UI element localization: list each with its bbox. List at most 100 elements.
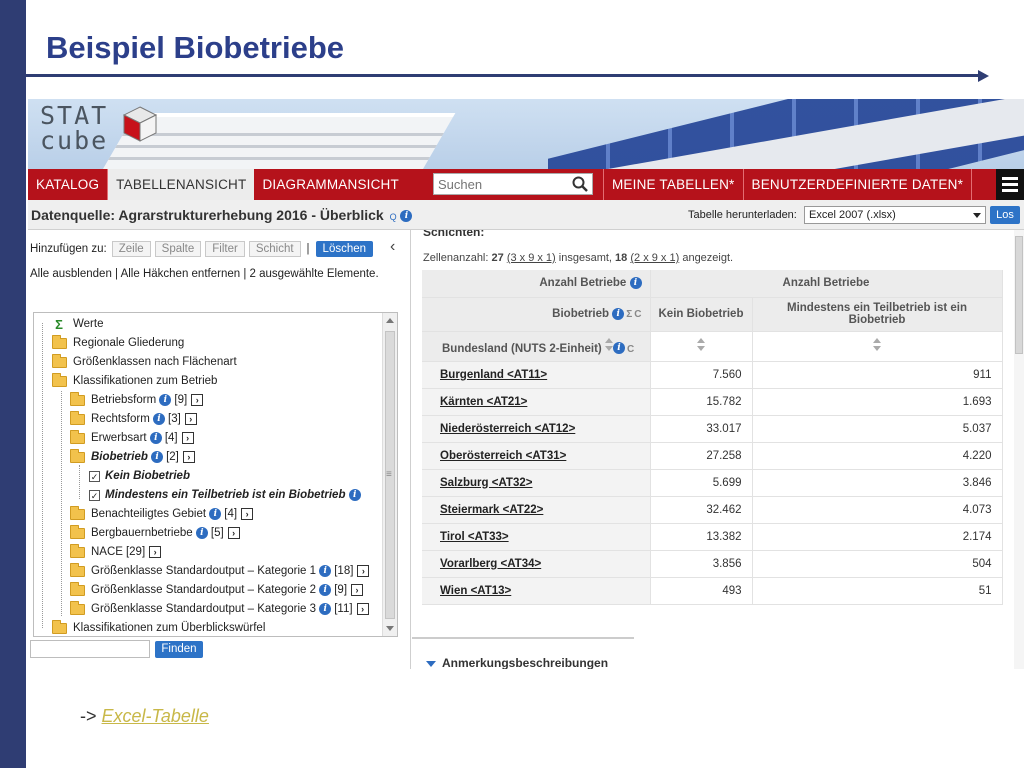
tree-item-benachteiligtes-gebiet[interactable]: Benachteiligtes Gebiet i [4] › — [70, 505, 254, 523]
info-icon[interactable]: i — [209, 508, 222, 520]
tree-item-kein-biobetrieb[interactable]: ✓ Kein Biobetrieb — [89, 467, 190, 485]
info-icon[interactable]: i — [319, 603, 332, 615]
row-header[interactable]: Kärnten <AT21> — [422, 388, 651, 416]
chevron-right-icon[interactable]: › — [241, 508, 254, 520]
chevron-right-icon[interactable]: › — [351, 584, 364, 596]
c-icon[interactable]: C — [634, 309, 641, 320]
nav-tabellenansicht[interactable]: TABELLENANSICHT — [108, 169, 255, 200]
add-column-button[interactable]: Spalte — [154, 241, 202, 257]
find-input[interactable] — [30, 640, 150, 658]
statcube-logo[interactable]: STAT cube — [40, 103, 108, 153]
row-header[interactable]: Vorarlberg <AT34> — [422, 550, 651, 578]
info-icon[interactable]: i — [153, 413, 165, 425]
table-cell: 4.073 — [752, 496, 1003, 524]
excel-table-link[interactable]: Excel-Tabelle — [102, 706, 209, 726]
c-icon[interactable]: C — [627, 344, 634, 355]
info-icon[interactable]: i — [400, 210, 413, 223]
datasource-search-icon[interactable]: Q — [390, 212, 397, 222]
sort-icon[interactable] — [697, 337, 705, 352]
info-icon[interactable]: i — [159, 394, 172, 406]
checkbox-checked-icon[interactable]: ✓ — [89, 489, 100, 501]
search-icon[interactable] — [571, 175, 589, 193]
chevron-right-icon[interactable]: › — [181, 432, 194, 444]
info-icon[interactable]: i — [319, 565, 332, 577]
tree-item-standardoutput-kat3[interactable]: Größenklasse Standardoutput – Kategorie … — [70, 600, 369, 618]
tree-actions-links[interactable]: Alle ausblenden | Alle Häkchen entfernen… — [30, 268, 379, 280]
tree-item-erwerbsart[interactable]: Erwerbsart i [4] › — [70, 429, 194, 447]
tree-item-bergbauernbetriebe[interactable]: Bergbauernbetriebe i [5] › — [70, 524, 240, 542]
info-icon[interactable]: i — [348, 489, 361, 501]
scroll-up-icon[interactable] — [386, 318, 394, 323]
search-input[interactable] — [433, 174, 564, 194]
sort-col1[interactable] — [650, 331, 753, 362]
chevron-right-icon[interactable]: › — [184, 413, 197, 425]
tree-item-groessenklassen[interactable]: Größenklassen nach Flächenart — [52, 353, 237, 371]
datasource-title: Datenquelle: Agrarstrukturerhebung 2016 … — [31, 207, 413, 223]
download-format-select[interactable]: Excel 2007 (.xlsx) — [804, 206, 986, 224]
header-col-mindestens[interactable]: Mindestens ein Teilbetrieb ist ein Biobe… — [752, 297, 1003, 332]
nav-benutzerdefinierte-daten[interactable]: BENUTZERDEFINIERTE DATEN* — [744, 169, 973, 200]
table-row: Niederösterreich <AT12> 33.017 5.037 — [422, 415, 1003, 443]
chevron-right-icon[interactable]: › — [356, 603, 369, 615]
nav-diagrammansicht[interactable]: DIAGRAMMANSICHT — [254, 169, 407, 200]
tree-item-biobetrieb[interactable]: Biobetrieb i [2] › — [70, 448, 195, 466]
row-header[interactable]: Salzburg <AT32> — [422, 469, 651, 497]
notes-expander[interactable]: Anmerkungsbeschreibungen — [426, 656, 608, 669]
table-cell: 51 — [752, 577, 1003, 605]
info-icon[interactable]: i — [612, 342, 625, 355]
add-row-button[interactable]: Zeile — [111, 241, 151, 257]
nav-meine-tabellen[interactable]: MEINE TABELLEN* — [602, 169, 744, 200]
scroll-down-icon[interactable] — [386, 626, 394, 631]
info-icon[interactable]: i — [612, 307, 625, 320]
table-scroll-thumb[interactable] — [1015, 236, 1023, 354]
tree-item-regionale-gliederung[interactable]: Regionale Gliederung — [52, 334, 184, 352]
add-filter-button[interactable]: Filter — [205, 241, 245, 257]
header-col-kein-biobetrieb[interactable]: Kein Biobetrieb — [650, 297, 753, 332]
collapse-pane-icon[interactable]: ‹ — [390, 238, 395, 256]
sort-icon[interactable] — [873, 337, 881, 352]
table-h-scrollbar[interactable] — [412, 637, 634, 639]
table-v-scrollbar[interactable] — [1014, 230, 1024, 669]
sort-col2[interactable] — [752, 331, 1003, 362]
row-header[interactable]: Steiermark <AT22> — [422, 496, 651, 524]
checkbox-checked-icon[interactable]: ✓ — [89, 470, 100, 482]
info-icon[interactable]: i — [149, 432, 162, 444]
tree-item-werte[interactable]: Σ Werte — [52, 315, 103, 333]
nav-katalog[interactable]: KATALOG — [28, 169, 109, 200]
cell-dims-shown-link[interactable]: (2 x 9 x 1) — [630, 252, 679, 264]
download-go-button[interactable]: Los — [990, 206, 1020, 224]
hamburger-menu-icon[interactable] — [996, 169, 1024, 200]
folder-icon — [52, 334, 67, 349]
info-icon[interactable]: i — [195, 527, 208, 539]
info-icon[interactable]: i — [319, 584, 332, 596]
cell-dims-total-link[interactable]: (3 x 9 x 1) — [507, 252, 556, 264]
sort-icon[interactable] — [604, 337, 613, 352]
info-icon[interactable]: i — [151, 451, 164, 463]
add-layer-button[interactable]: Schicht — [248, 241, 301, 257]
sum-icon[interactable]: Σ — [626, 309, 632, 320]
add-separator: | — [306, 243, 310, 255]
chevron-right-icon[interactable]: › — [149, 546, 162, 558]
info-icon[interactable]: i — [629, 277, 642, 290]
row-header[interactable]: Niederösterreich <AT12> — [422, 415, 651, 443]
tree-item-mindestens-ein-teilbetrieb[interactable]: ✓ Mindestens ein Teilbetrieb ist ein Bio… — [89, 486, 361, 504]
row-header[interactable]: Tirol <AT33> — [422, 523, 651, 551]
row-header[interactable]: Oberösterreich <AT31> — [422, 442, 651, 470]
tree-item-standardoutput-kat1[interactable]: Größenklasse Standardoutput – Kategorie … — [70, 562, 370, 580]
tree-item-standardoutput-kat2[interactable]: Größenklasse Standardoutput – Kategorie … — [70, 581, 364, 599]
tree-item-rechtsform[interactable]: Rechtsform i [3] › — [70, 410, 197, 428]
delete-button[interactable]: Löschen — [315, 241, 374, 257]
chevron-right-icon[interactable]: › — [191, 394, 204, 406]
tree-scrollbar[interactable]: ≡ — [382, 313, 397, 636]
row-header[interactable]: Burgenland <AT11> — [422, 361, 651, 389]
tree-item-ueberblickswuerfel[interactable]: Klassifikationen zum Überblickswürfel — [52, 619, 265, 636]
tree-item-nace[interactable]: NACE [29] › — [70, 543, 162, 561]
find-button[interactable]: Finden — [155, 641, 203, 658]
tree-item-klassifikationen-betrieb[interactable]: Klassifikationen zum Betrieb — [52, 372, 217, 390]
add-to-label: Hinzufügen zu: — [30, 243, 107, 255]
chevron-right-icon[interactable]: › — [182, 451, 195, 463]
chevron-right-icon[interactable]: › — [227, 527, 240, 539]
chevron-right-icon[interactable]: › — [357, 565, 370, 577]
tree-item-betriebsform[interactable]: Betriebsform i [9] › — [70, 391, 204, 409]
row-header[interactable]: Wien <AT13> — [422, 577, 651, 605]
